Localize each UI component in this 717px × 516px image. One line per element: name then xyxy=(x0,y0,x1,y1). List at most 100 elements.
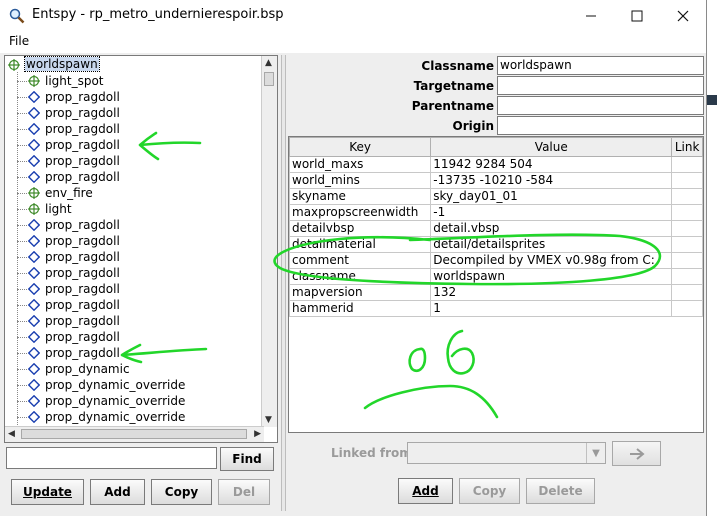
tree-item[interactable]: prop_dynamic_override xyxy=(5,393,264,409)
menu-file[interactable]: File xyxy=(9,34,29,48)
key-cell[interactable]: classname xyxy=(289,268,432,285)
table-row[interactable]: world_maxs 11942 9284 504 xyxy=(289,156,703,173)
tree-item[interactable]: light_spot xyxy=(5,73,264,89)
tree-item[interactable]: prop_ragdoll xyxy=(5,313,264,329)
parentname-field[interactable] xyxy=(497,96,704,115)
table-row[interactable]: skyname sky_day01_01 xyxy=(289,188,703,205)
tree-item[interactable]: prop_ragdoll xyxy=(5,121,264,137)
link-cell[interactable] xyxy=(671,188,703,205)
scroll-left-icon[interactable]: ◀ xyxy=(8,429,15,439)
tree-item-label: prop_ragdoll xyxy=(45,298,120,312)
link-cell[interactable] xyxy=(671,284,703,301)
scroll-up-icon[interactable]: ▲ xyxy=(265,58,272,68)
value-cell[interactable]: 1 xyxy=(430,300,673,317)
add-button-left[interactable]: Add xyxy=(90,479,145,505)
tree-item[interactable]: prop_ragdoll xyxy=(5,233,264,249)
tree-item[interactable]: prop_dynamic_override xyxy=(5,409,264,425)
tree-item[interactable]: prop_dynamic xyxy=(5,361,264,377)
tree-item[interactable]: prop_ragdoll xyxy=(5,153,264,169)
key-cell[interactable]: skyname xyxy=(289,188,432,205)
link-cell[interactable] xyxy=(671,220,703,237)
link-cell[interactable] xyxy=(671,252,703,269)
value-cell[interactable]: 11942 9284 504 xyxy=(430,156,673,173)
tree-item[interactable]: prop_ragdoll xyxy=(5,137,264,153)
brush-entity-icon xyxy=(28,171,40,183)
tree-item[interactable]: env_fire xyxy=(5,185,264,201)
tree-item[interactable]: prop_ragdoll xyxy=(5,297,264,313)
tree-item[interactable]: prop_ragdoll xyxy=(5,217,264,233)
delete-button-right[interactable]: Delete xyxy=(526,478,595,504)
copy-button-left[interactable]: Copy xyxy=(151,479,212,505)
link-cell[interactable] xyxy=(671,204,703,221)
link-cell[interactable] xyxy=(671,156,703,173)
minimize-icon[interactable] xyxy=(568,0,614,31)
tree-root-worldspawn[interactable]: worldspawn xyxy=(5,56,264,73)
entity-tree[interactable]: worldspawn light_spot prop_ragdoll prop_ra… xyxy=(5,56,264,427)
close-icon[interactable] xyxy=(660,0,706,31)
tree-item[interactable]: prop_ragdoll xyxy=(5,105,264,121)
link-cell[interactable] xyxy=(671,236,703,253)
value-cell[interactable]: worldspawn xyxy=(430,268,673,285)
linked-from-select[interactable]: ▼ xyxy=(407,442,606,464)
classname-field[interactable]: worldspawn xyxy=(497,56,704,75)
panel-splitter[interactable] xyxy=(281,55,286,511)
scroll-thumb-horizontal[interactable] xyxy=(21,429,247,439)
update-button[interactable]: Update xyxy=(11,479,84,505)
tree-item[interactable]: prop_ragdoll xyxy=(5,169,264,185)
add-button-right[interactable]: Add xyxy=(398,478,453,504)
key-cell[interactable]: world_mins xyxy=(289,172,432,189)
tree-item[interactable]: light xyxy=(5,201,264,217)
value-cell[interactable]: detail/detailsprites xyxy=(430,236,673,253)
key-cell[interactable]: detailvbsp xyxy=(289,220,432,237)
column-header-key[interactable]: Key xyxy=(289,137,432,157)
link-cell[interactable] xyxy=(671,172,703,189)
tree-item[interactable]: prop_ragdoll xyxy=(5,89,264,105)
value-cell[interactable]: sky_day01_01 xyxy=(430,188,673,205)
tree-item[interactable]: prop_ragdoll xyxy=(5,329,264,345)
key-cell[interactable]: mapversion xyxy=(289,284,432,301)
value-cell[interactable]: -1 xyxy=(430,204,673,221)
key-cell[interactable]: maxpropscreenwidth xyxy=(289,204,432,221)
tree-item[interactable]: prop_ragdoll xyxy=(5,265,264,281)
link-cell[interactable] xyxy=(671,300,703,317)
goto-linked-button[interactable] xyxy=(612,441,661,466)
table-row[interactable]: classname worldspawn xyxy=(289,268,703,285)
key-cell[interactable]: world_maxs xyxy=(289,156,432,173)
brush-entity-icon xyxy=(28,251,40,263)
search-input[interactable] xyxy=(6,447,217,469)
tree-item[interactable]: prop_dynamic_override xyxy=(5,377,264,393)
table-row[interactable]: world_mins -13735 -10210 -584 xyxy=(289,172,703,189)
delete-button-left[interactable]: Del xyxy=(218,479,270,505)
targetname-field[interactable] xyxy=(497,76,704,95)
table-row[interactable]: hammerid 1 xyxy=(289,300,703,317)
column-header-link[interactable]: Link xyxy=(671,137,703,157)
scroll-right-icon[interactable]: ▶ xyxy=(254,429,261,439)
origin-field[interactable] xyxy=(497,116,704,135)
key-cell[interactable]: hammerid xyxy=(289,300,432,317)
table-row[interactable]: comment Decompiled by VMEX v0.98g from C: xyxy=(289,252,703,269)
tree-item[interactable]: prop_ragdoll xyxy=(5,249,264,265)
link-cell[interactable] xyxy=(671,268,703,285)
table-row[interactable]: mapversion 132 xyxy=(289,284,703,301)
chevron-down-icon[interactable]: ▼ xyxy=(586,443,605,463)
tree-vertical-scrollbar[interactable]: ▲ ▼ xyxy=(261,56,277,427)
tree-item[interactable]: prop_ragdoll xyxy=(5,281,264,297)
key-cell[interactable]: comment xyxy=(289,252,432,269)
value-cell[interactable]: -13735 -10210 -584 xyxy=(430,172,673,189)
tree-item[interactable]: prop_ragdoll xyxy=(5,345,264,361)
table-row[interactable]: detailvbsp detail.vbsp xyxy=(289,220,703,237)
copy-button-right[interactable]: Copy xyxy=(459,478,520,504)
value-cell[interactable]: 132 xyxy=(430,284,673,301)
key-value-table[interactable]: Key Value Link world_maxs 11942 9284 504 w… xyxy=(288,136,704,433)
key-cell[interactable]: detailmaterial xyxy=(289,236,432,253)
table-row[interactable]: detailmaterial detail/detailsprites xyxy=(289,236,703,253)
value-cell[interactable]: Decompiled by VMEX v0.98g from C: xyxy=(430,252,673,269)
column-header-value[interactable]: Value xyxy=(430,137,673,157)
value-cell[interactable]: detail.vbsp xyxy=(430,220,673,237)
table-row[interactable]: maxpropscreenwidth -1 xyxy=(289,204,703,221)
scroll-down-icon[interactable]: ▼ xyxy=(265,415,272,425)
find-button[interactable]: Find xyxy=(220,447,274,471)
tree-horizontal-scrollbar[interactable]: ◀ ▶ xyxy=(5,426,264,442)
maximize-icon[interactable] xyxy=(614,0,660,31)
scroll-thumb[interactable] xyxy=(264,72,274,86)
